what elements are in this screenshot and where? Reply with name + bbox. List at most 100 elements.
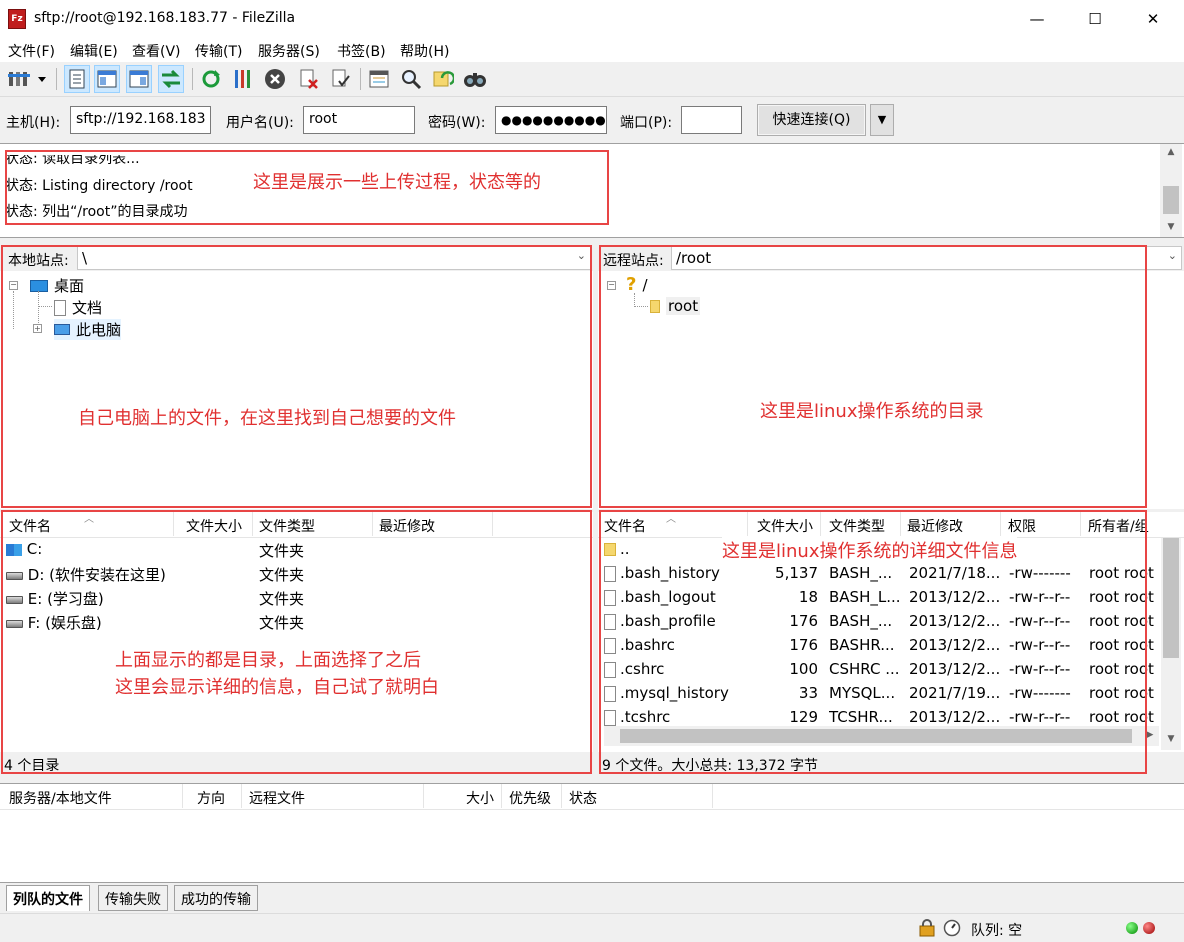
process-queue-icon[interactable] xyxy=(230,65,256,93)
log-scrollbar[interactable]: ▲ ▼ xyxy=(1160,144,1182,237)
row-name: F: (娱乐盘) xyxy=(27,614,102,632)
file-icon xyxy=(604,709,616,726)
table-row[interactable]: .bash_logout 18 BASH_L... 2013/12/2... -rw-r… xyxy=(598,586,1161,610)
row-name: .bash_history xyxy=(620,564,720,582)
menu-file[interactable]: 文件(F) xyxy=(8,41,55,61)
annotation-remote-list: 这里是linux操作系统的详细文件信息 xyxy=(722,537,1018,563)
directory-filter-icon[interactable] xyxy=(366,65,392,93)
menu-help[interactable]: 帮助(H) xyxy=(400,41,449,61)
menu-server[interactable]: 服务器(S) xyxy=(258,41,320,61)
site-manager-icon[interactable] xyxy=(6,65,50,93)
row-perm: -rw-r--r-- xyxy=(1009,588,1071,606)
col-direction[interactable]: 方向 xyxy=(197,788,225,808)
col-filesize[interactable]: 文件大小 xyxy=(757,516,813,536)
collapse-icon[interactable]: − xyxy=(9,281,18,290)
col-permissions[interactable]: 权限 xyxy=(1008,516,1036,536)
col-filesize[interactable]: 文件大小 xyxy=(186,516,242,536)
col-priority[interactable]: 优先级 xyxy=(509,788,551,808)
remote-site-bar: 远程站点: /root ⌄ xyxy=(598,245,1184,271)
tree-item-root[interactable]: root xyxy=(650,297,701,315)
collapse-icon[interactable]: − xyxy=(607,281,616,290)
menu-edit[interactable]: 编辑(E) xyxy=(70,41,118,61)
queue-header: 服务器/本地文件 方向 远程文件 大小 优先级 状态 xyxy=(0,784,1184,810)
table-row[interactable]: .bash_history 5,137 BASH_... 2021/7/18... -r… xyxy=(598,562,1161,586)
row-name: .bash_logout xyxy=(620,588,716,606)
menu-transfer[interactable]: 传输(T) xyxy=(195,41,242,61)
speed-limit-icon[interactable] xyxy=(943,919,961,937)
row-owner: root root xyxy=(1089,684,1154,702)
row-type: 文件夹 xyxy=(259,614,305,632)
row-name: .mysql_history xyxy=(620,684,729,702)
row-perm: -rw-r--r-- xyxy=(1009,708,1071,726)
reconnect-icon[interactable] xyxy=(328,65,354,93)
search-icon[interactable] xyxy=(462,65,488,93)
cancel-icon[interactable] xyxy=(262,65,288,93)
toggle-queue-icon[interactable] xyxy=(158,65,184,93)
toggle-local-tree-icon[interactable] xyxy=(94,65,120,93)
table-row[interactable]: .cshrc 100 CSHRC ... 2013/12/2... -rw-r--r--… xyxy=(598,658,1161,682)
compare-icon[interactable] xyxy=(398,65,424,93)
row-owner: root root xyxy=(1089,636,1154,654)
col-size[interactable]: 大小 xyxy=(466,788,494,808)
close-button[interactable]: ✕ xyxy=(1124,0,1182,38)
col-filename[interactable]: 文件名 xyxy=(9,516,51,536)
disconnect-icon[interactable] xyxy=(296,65,322,93)
minimize-button[interactable]: — xyxy=(1008,0,1066,38)
quickconnect-button[interactable]: 快速连接(Q) xyxy=(757,104,866,136)
col-remote-file[interactable]: 远程文件 xyxy=(249,788,305,808)
table-row[interactable]: D: (软件安装在这里) 文件夹 xyxy=(0,562,593,586)
tab-failed-transfers[interactable]: 传输失败 xyxy=(98,885,168,911)
table-row[interactable]: .bashrc 176 BASHR... 2013/12/2... -rw-r--r--… xyxy=(598,634,1161,658)
table-row[interactable]: .mysql_history 33 MYSQL... 2021/7/19... -rw-… xyxy=(598,682,1161,706)
host-input[interactable]: sftp://192.168.183 xyxy=(70,106,211,134)
row-type: TCSHR... xyxy=(829,708,893,726)
tree-item-documents[interactable]: 文档 xyxy=(54,297,102,318)
col-server-local-file[interactable]: 服务器/本地文件 xyxy=(9,788,112,808)
remote-status: 9 个文件。大小总共: 13,372 字节 xyxy=(602,758,818,774)
remote-list-scrollbar[interactable]: ▼ xyxy=(1161,538,1181,750)
row-modified: 2013/12/2... xyxy=(909,660,999,678)
table-row[interactable]: E: (学习盘) 文件夹 xyxy=(0,586,593,610)
port-label: 端口(P): xyxy=(620,115,673,131)
tree-item-this-pc[interactable]: 此电脑 xyxy=(54,319,122,340)
remote-horizontal-scrollbar[interactable]: ▶ xyxy=(604,726,1159,746)
col-modified[interactable]: 最近修改 xyxy=(907,516,963,536)
menu-view[interactable]: 查看(V) xyxy=(132,41,181,61)
remote-path-input[interactable]: /root ⌄ xyxy=(671,246,1182,270)
col-filetype[interactable]: 文件类型 xyxy=(259,516,315,536)
col-filename[interactable]: 文件名 xyxy=(604,516,646,536)
table-row[interactable]: .bash_profile 176 BASH_... 2013/12/2... -rw-… xyxy=(598,610,1161,634)
chevron-down-icon[interactable]: ⌄ xyxy=(577,249,586,262)
username-input[interactable]: root xyxy=(303,106,415,134)
port-input[interactable] xyxy=(681,106,742,134)
sync-browse-icon[interactable] xyxy=(430,65,456,93)
quickconnect-dropdown-icon[interactable]: ▼ xyxy=(870,104,894,136)
expand-icon[interactable]: + xyxy=(33,324,42,333)
unknown-folder-icon: ? xyxy=(626,274,637,295)
table-row[interactable]: C: 文件夹 xyxy=(0,538,593,562)
maximize-button[interactable]: ☐ xyxy=(1066,0,1124,38)
row-modified: 2013/12/2... xyxy=(909,588,999,606)
row-type: 文件夹 xyxy=(259,590,305,608)
row-size: 129 xyxy=(789,708,818,726)
toggle-log-icon[interactable] xyxy=(64,65,90,93)
col-owner[interactable]: 所有者/组 xyxy=(1088,516,1149,536)
tree-item-root-dir[interactable]: ? / xyxy=(626,274,648,295)
chevron-down-icon[interactable]: ⌄ xyxy=(1168,249,1177,262)
toggle-remote-tree-icon[interactable] xyxy=(126,65,152,93)
col-filetype[interactable]: 文件类型 xyxy=(829,516,885,536)
row-owner: root root xyxy=(1089,612,1154,630)
col-status[interactable]: 状态 xyxy=(569,788,597,808)
status-bar: 队列: 空 xyxy=(0,913,1184,942)
tab-queued-files[interactable]: 列队的文件 xyxy=(6,885,90,911)
password-input[interactable]: ●●●●●●●●●● xyxy=(495,106,607,134)
tab-successful-transfers[interactable]: 成功的传输 xyxy=(174,885,258,911)
row-type: BASH_L... xyxy=(829,588,899,606)
col-modified[interactable]: 最近修改 xyxy=(379,516,435,536)
drive-icon xyxy=(6,619,23,628)
local-path-input[interactable]: \ ⌄ xyxy=(77,246,591,270)
table-row[interactable]: F: (娱乐盘) 文件夹 xyxy=(0,610,593,634)
refresh-icon[interactable] xyxy=(198,65,224,93)
menu-bookmarks[interactable]: 书签(B) xyxy=(337,41,386,61)
remote-site-label: 远程站点: xyxy=(603,253,664,269)
